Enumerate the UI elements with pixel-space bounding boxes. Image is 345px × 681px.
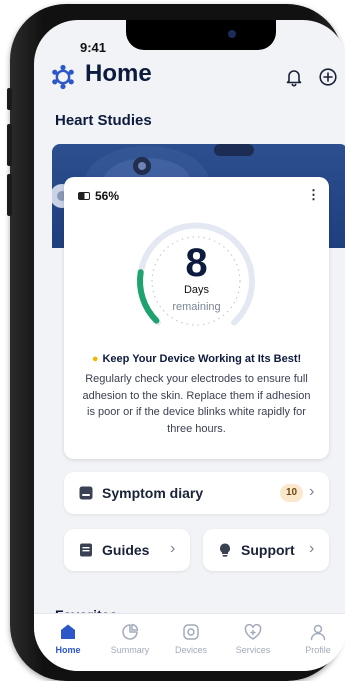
profile-icon — [310, 624, 326, 641]
bell-icon[interactable] — [284, 67, 304, 87]
lightbulb-icon: ● — [91, 353, 99, 365]
days-sublabel: remaining — [172, 301, 221, 313]
support-icon — [220, 543, 230, 557]
tab-label: Home — [55, 645, 81, 655]
diary-icon — [79, 486, 93, 500]
battery-icon — [78, 192, 90, 200]
guides-label: Guides — [102, 542, 150, 558]
tab-summary[interactable]: Summary — [100, 622, 160, 655]
battery-status: 56% — [78, 189, 119, 203]
symptom-diary-button[interactable]: Symptom diary 10 › — [64, 472, 329, 514]
services-icon — [244, 623, 262, 640]
chevron-right-icon: › — [170, 540, 176, 557]
more-options-icon[interactable]: ⋮ — [307, 187, 320, 203]
tab-services[interactable]: Services — [223, 622, 283, 655]
device-status-card[interactable]: 56% ⋮ 8 Days remaining ● Keep Your Device… — [64, 177, 329, 459]
symptom-count-badge: 10 — [280, 484, 304, 502]
tip-title: ● Keep Your Device Working at Its Best! — [64, 353, 329, 365]
volume-up-button — [7, 124, 12, 166]
bottom-tab-bar: Home Summary Devices Services Profile — [34, 613, 345, 671]
support-button[interactable]: Support › — [203, 529, 329, 571]
tab-label: Profile — [305, 645, 331, 655]
tab-profile[interactable]: Profile — [288, 622, 345, 655]
days-label: Days — [183, 284, 210, 296]
tab-label: Summary — [110, 645, 150, 655]
chevron-right-icon: › — [309, 540, 315, 557]
notch — [126, 20, 276, 50]
tab-home[interactable]: Home — [38, 622, 98, 655]
app-logo-icon — [52, 64, 74, 90]
camera-icon — [228, 30, 236, 38]
tip-body: Regularly check your electrodes to ensur… — [82, 373, 311, 435]
app-screen: 9:41 Home Heart Studies 56% ⋮ 8 Days rem… — [34, 20, 345, 671]
summary-icon — [122, 623, 139, 640]
guides-icon — [80, 543, 92, 557]
status-time: 9:41 — [80, 40, 107, 55]
volume-down-button — [7, 174, 12, 216]
plus-circle-icon[interactable] — [318, 67, 338, 87]
guides-button[interactable]: Guides › — [64, 529, 190, 571]
days-remaining-number: 8 — [185, 241, 208, 285]
tab-label: Services — [235, 645, 271, 655]
app-header: Home — [34, 58, 345, 102]
chevron-right-icon: › — [309, 483, 315, 500]
support-label: Support — [241, 542, 295, 558]
phone-frame: 9:41 Home Heart Studies 56% ⋮ 8 Days rem… — [7, 4, 345, 681]
section-title-heart-studies: Heart Studies — [55, 112, 152, 129]
tab-devices[interactable]: Devices — [161, 622, 221, 655]
home-icon — [61, 624, 75, 639]
battery-percent: 56% — [95, 189, 120, 203]
tab-label: Devices — [174, 645, 207, 655]
device-icon — [183, 624, 199, 640]
mute-switch — [7, 88, 12, 110]
tip-title-text: Keep Your Device Working at Its Best! — [102, 353, 302, 365]
page-title: Home — [85, 60, 152, 87]
symptom-diary-label: Symptom diary — [102, 485, 204, 501]
